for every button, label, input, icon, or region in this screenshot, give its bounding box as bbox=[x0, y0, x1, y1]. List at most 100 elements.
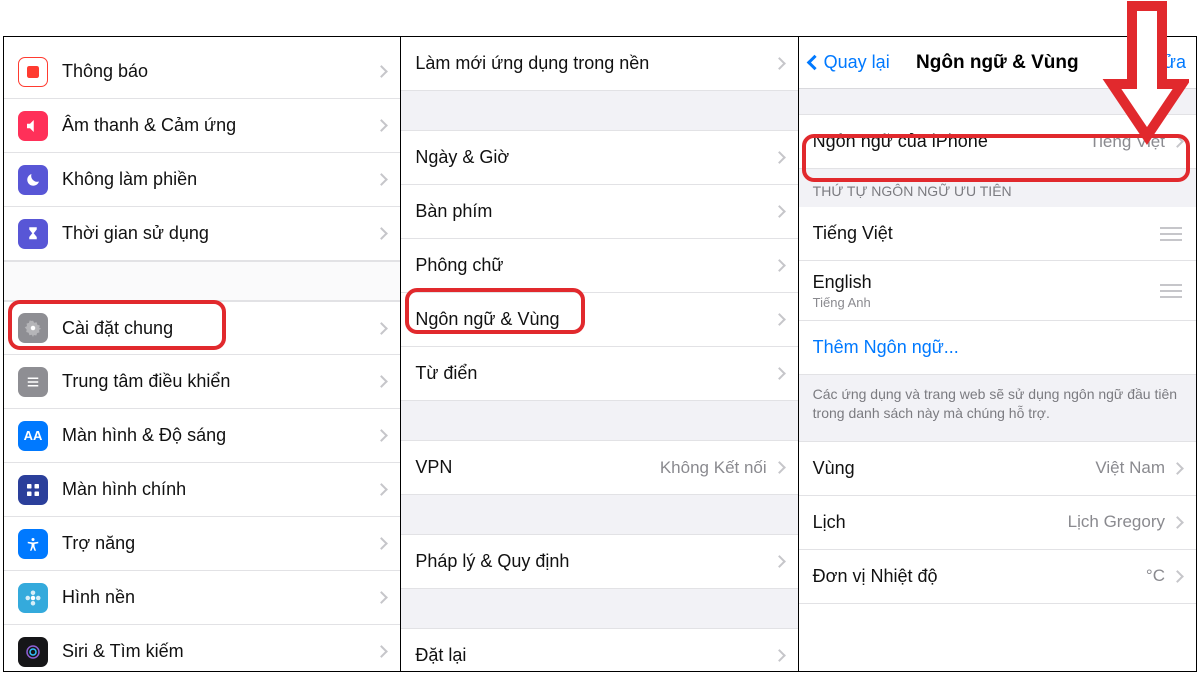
section-gap bbox=[799, 89, 1196, 115]
general-item-language-region[interactable]: Ngôn ngữ & Vùng bbox=[401, 293, 797, 347]
calendar-row[interactable]: Lịch Lịch Gregory bbox=[799, 496, 1196, 550]
language-region-screen: Quay lại Ngôn ngữ & Vùng Sửa Ngôn ngữ củ… bbox=[799, 37, 1196, 671]
chevron-right-icon bbox=[773, 259, 786, 272]
settings-item-label: Màn hình & Độ sáng bbox=[62, 425, 377, 446]
chevron-right-icon bbox=[773, 555, 786, 568]
section-gap bbox=[401, 91, 797, 131]
settings-item-label: Hình nền bbox=[62, 587, 377, 608]
settings-item-label: Không làm phiền bbox=[62, 169, 377, 190]
language-row-vi[interactable]: Tiếng Việt bbox=[799, 207, 1196, 261]
row-label: Ngôn ngữ của iPhone bbox=[813, 131, 1090, 152]
settings-item-screentime[interactable]: Thời gian sử dụng bbox=[4, 207, 400, 261]
settings-item-accessibility[interactable]: Trợ năng bbox=[4, 517, 400, 571]
settings-item-dnd[interactable]: Không làm phiền bbox=[4, 153, 400, 207]
row-label: Bàn phím bbox=[415, 201, 774, 222]
settings-main-list: Thông báo Âm thanh & Cảm ứng Không làm p… bbox=[4, 37, 401, 671]
section-header-preferred-order: THỨ TỰ NGÔN NGỮ ƯU TIÊN bbox=[799, 169, 1196, 207]
iphone-language-row[interactable]: Ngôn ngữ của iPhone Tiếng Việt bbox=[799, 115, 1196, 169]
general-item-fonts[interactable]: Phông chữ bbox=[401, 239, 797, 293]
settings-item-homescreen[interactable]: Màn hình chính bbox=[4, 463, 400, 517]
settings-item-display[interactable]: AA Màn hình & Độ sáng bbox=[4, 409, 400, 463]
preferred-order-footnote: Các ứng dụng và trang web sẽ sử dụng ngô… bbox=[799, 375, 1196, 442]
chevron-right-icon bbox=[375, 537, 388, 550]
chevron-right-icon bbox=[773, 205, 786, 218]
row-label: Từ điển bbox=[415, 363, 774, 384]
settings-item-control-center[interactable]: Trung tâm điều khiển bbox=[4, 355, 400, 409]
chevron-right-icon bbox=[773, 151, 786, 164]
settings-item-sounds[interactable]: Âm thanh & Cảm ứng bbox=[4, 99, 400, 153]
general-item-date-time[interactable]: Ngày & Giờ bbox=[401, 131, 797, 185]
general-item-dictionary[interactable]: Từ điển bbox=[401, 347, 797, 401]
settings-item-label: Thời gian sử dụng bbox=[62, 223, 377, 244]
row-label: Làm mới ứng dụng trong nền bbox=[415, 53, 774, 74]
chevron-right-icon bbox=[375, 65, 388, 78]
chevron-right-icon bbox=[773, 461, 786, 474]
add-language-row[interactable]: Thêm Ngôn ngữ... bbox=[799, 321, 1196, 375]
section-gap bbox=[401, 401, 797, 441]
row-label: VPN bbox=[415, 457, 660, 478]
drag-handle-icon[interactable] bbox=[1160, 284, 1182, 298]
flower-icon bbox=[18, 583, 48, 613]
chevron-right-icon bbox=[375, 645, 388, 658]
language-sub: Tiếng Anh bbox=[813, 295, 1160, 310]
row-detail: Việt Nam bbox=[1095, 458, 1165, 478]
row-detail: °C bbox=[1146, 566, 1165, 586]
settings-item-label: Cài đặt chung bbox=[62, 318, 377, 339]
general-item-reset[interactable]: Đặt lại bbox=[401, 629, 797, 671]
chevron-right-icon bbox=[773, 313, 786, 326]
chevron-left-icon bbox=[806, 55, 822, 71]
chevron-right-icon bbox=[1171, 135, 1184, 148]
settings-item-label: Thông báo bbox=[62, 61, 377, 82]
section-gap bbox=[401, 589, 797, 629]
settings-item-label: Trợ năng bbox=[62, 533, 377, 554]
settings-item-notifications[interactable]: Thông báo bbox=[4, 45, 400, 99]
chevron-right-icon bbox=[773, 57, 786, 70]
chevron-right-icon bbox=[375, 375, 388, 388]
chevron-right-icon bbox=[375, 591, 388, 604]
row-label: Phông chữ bbox=[415, 255, 774, 276]
general-item-legal[interactable]: Pháp lý & Quy định bbox=[401, 535, 797, 589]
navbar: Quay lại Ngôn ngữ & Vùng Sửa bbox=[799, 37, 1196, 89]
general-item-background-refresh[interactable]: Làm mới ứng dụng trong nền bbox=[401, 37, 797, 91]
chevron-right-icon bbox=[1171, 516, 1184, 529]
general-item-vpn[interactable]: VPN Không Kết nối bbox=[401, 441, 797, 495]
edit-button[interactable]: Sửa bbox=[1152, 52, 1186, 73]
chevron-right-icon bbox=[773, 649, 786, 662]
row-label: Vùng bbox=[813, 458, 1096, 479]
row-label: Ngôn ngữ & Vùng bbox=[415, 309, 774, 330]
text-size-icon: AA bbox=[18, 421, 48, 451]
row-label: Lịch bbox=[813, 512, 1068, 533]
chevron-right-icon bbox=[375, 322, 388, 335]
general-item-keyboard[interactable]: Bàn phím bbox=[401, 185, 797, 239]
row-label: Pháp lý & Quy định bbox=[415, 551, 774, 572]
chevron-right-icon bbox=[1171, 462, 1184, 475]
language-row-en[interactable]: English Tiếng Anh bbox=[799, 261, 1196, 321]
section-gap bbox=[401, 495, 797, 535]
settings-item-label: Âm thanh & Cảm ứng bbox=[62, 115, 377, 136]
settings-item-wallpaper[interactable]: Hình nền bbox=[4, 571, 400, 625]
language-name: Tiếng Việt bbox=[813, 223, 1160, 244]
row-detail: Không Kết nối bbox=[660, 458, 767, 478]
row-detail: Lịch Gregory bbox=[1068, 512, 1165, 532]
region-row[interactable]: Vùng Việt Nam bbox=[799, 442, 1196, 496]
temperature-row[interactable]: Đơn vị Nhiệt độ °C bbox=[799, 550, 1196, 604]
section-gap bbox=[4, 261, 400, 301]
language-name: English bbox=[813, 272, 1160, 293]
chevron-right-icon bbox=[375, 119, 388, 132]
row-label: Đơn vị Nhiệt độ bbox=[813, 566, 1146, 587]
drag-handle-icon[interactable] bbox=[1160, 227, 1182, 241]
chevron-right-icon bbox=[1171, 570, 1184, 583]
row-label: Ngày & Giờ bbox=[415, 147, 774, 168]
settings-item-general[interactable]: Cài đặt chung bbox=[4, 301, 400, 355]
speaker-icon bbox=[18, 111, 48, 141]
grid-icon bbox=[18, 475, 48, 505]
sliders-icon bbox=[18, 367, 48, 397]
back-button[interactable]: Quay lại bbox=[809, 52, 890, 73]
notification-icon bbox=[18, 57, 48, 87]
settings-item-label: Màn hình chính bbox=[62, 479, 377, 500]
general-settings-list: Làm mới ứng dụng trong nền Ngày & Giờ Bà… bbox=[401, 37, 798, 671]
accessibility-icon bbox=[18, 529, 48, 559]
chevron-right-icon bbox=[375, 173, 388, 186]
settings-item-siri[interactable]: Siri & Tìm kiếm bbox=[4, 625, 400, 671]
hourglass-icon bbox=[18, 219, 48, 249]
